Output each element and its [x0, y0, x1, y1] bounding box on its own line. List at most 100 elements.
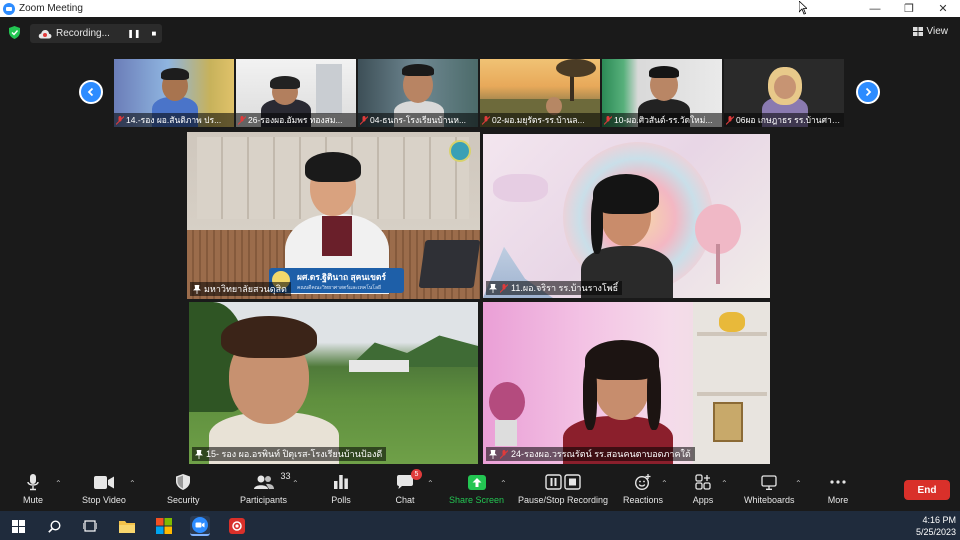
apps-button[interactable]: Apps [692, 473, 714, 505]
reactions-smiley-icon [635, 474, 651, 490]
recording-label: Recording... [56, 28, 110, 39]
participant-name: 10-ผอ.ศิวสันต์-รร.วัดใหม่... [614, 115, 713, 125]
close-button[interactable]: ✕ [926, 0, 960, 17]
view-label: View [926, 26, 949, 37]
stop-recording-icon[interactable]: ■ [148, 28, 160, 40]
mute-button[interactable]: Mute [22, 473, 44, 505]
reactions-button[interactable]: Reactions [623, 473, 663, 505]
windows-start-icon[interactable] [8, 516, 28, 536]
zoom-taskbar-icon[interactable] [190, 516, 210, 536]
participant-name: มหาวิทยาลัยสวนดุสิต [204, 284, 287, 294]
chat-options-caret-icon[interactable]: ⌃ [427, 479, 434, 488]
participant-thumbnail[interactable]: 10-ผอ.ศิวสันต์-รร.วัดใหม่... [602, 59, 722, 127]
more-label: More [827, 495, 849, 505]
file-explorer-icon[interactable] [117, 516, 137, 536]
participant-thumbnail[interactable]: 26-รองผอ.อัมพร ทองสม... [236, 59, 356, 127]
title-bar: Zoom Meeting — ❐ ✕ [0, 0, 960, 17]
apps-options-caret-icon[interactable]: ⌃ [721, 479, 728, 488]
participant-thumbnail[interactable]: 14.-รอง ผอ.สันติภาพ ปร... [114, 59, 234, 127]
search-icon[interactable] [44, 516, 64, 536]
participants-count: 33 [280, 471, 291, 481]
zoom-app-icon [3, 2, 15, 15]
maximize-button[interactable]: ❐ [892, 0, 926, 17]
view-button[interactable]: View [912, 26, 949, 37]
participant-name: 02-ผอ.มยุรัตร-รร.บ้านล... [492, 115, 585, 125]
video-tile[interactable]: 24-รองผอ.วรรณรัตน์ รร.สอนคนตาบอดภาคใต้ [483, 302, 770, 464]
more-dots-icon [830, 480, 846, 484]
security-shield-icon [176, 474, 191, 490]
participant-thumbnail[interactable]: 04-ธนกร-โรงเรียนบ้านห... [358, 59, 478, 127]
meeting-toolbar: Mute ⌃ Stop Video ⌃ Security 33 Particip… [0, 469, 960, 511]
whiteboards-options-caret-icon[interactable]: ⌃ [795, 479, 802, 488]
muted-mic-icon [726, 115, 734, 125]
banner-name: ผศ.ดร.ฐิตินาถ สุคนเขตร์ [297, 271, 386, 282]
participants-label: Participants [240, 495, 288, 505]
share-options-caret-icon[interactable]: ⌃ [500, 479, 507, 488]
cloud-recording-icon [38, 29, 52, 38]
participants-button[interactable]: 33 Participants [240, 471, 291, 505]
strip-next-button[interactable] [856, 80, 880, 104]
strip-prev-button[interactable] [79, 80, 103, 104]
windows-taskbar: 4:16 PM 5/25/2023 [0, 511, 960, 540]
participants-icon [253, 475, 274, 489]
clock-time: 4:16 PM [922, 515, 956, 525]
recording-indicator: Recording... ❚❚ ■ [30, 24, 162, 43]
polls-bar-chart-icon [334, 475, 348, 489]
chat-label: Chat [395, 495, 415, 505]
encryption-shield-icon[interactable] [9, 26, 20, 39]
stop-video-button[interactable]: Stop Video [82, 473, 126, 505]
whiteboard-icon [761, 474, 777, 490]
whiteboards-button[interactable]: Whiteboards [744, 473, 795, 505]
participants-options-caret-icon[interactable]: ⌃ [292, 479, 299, 488]
pause-stop-recording-button[interactable]: Pause/Stop Recording [518, 473, 608, 505]
end-meeting-button[interactable]: End [904, 480, 950, 500]
pin-icon [489, 283, 497, 293]
meeting-top-bar: Recording... ❚❚ ■ View [0, 17, 960, 51]
task-view-icon[interactable] [80, 516, 100, 536]
pause-recording-icon[interactable]: ❚❚ [127, 28, 140, 40]
muted-mic-icon [116, 115, 124, 125]
pin-icon [193, 284, 201, 294]
security-button[interactable]: Security [167, 473, 200, 505]
video-tile-active-speaker[interactable]: ผศ.ดร.ฐิตินาถ สุคนเขตร์ คณบดีคณะวิทยาศาส… [187, 132, 480, 299]
reactions-options-caret-icon[interactable]: ⌃ [661, 479, 668, 488]
participant-thumbnail[interactable]: 02-ผอ.มยุรัตร-รร.บ้านล... [480, 59, 600, 127]
participant-name: 15- รอง ผอ.อรพินท์ ปิตุเรส-โรงเรียนบ้านป… [206, 449, 383, 459]
whiteboards-label: Whiteboards [744, 495, 795, 505]
apps-icon [695, 474, 711, 490]
polls-label: Polls [331, 495, 351, 505]
window-title: Zoom Meeting [19, 3, 83, 14]
share-screen-label: Share Screen [449, 495, 505, 505]
microphone-icon [27, 473, 39, 490]
reactions-label: Reactions [623, 495, 664, 505]
muted-mic-icon [500, 283, 508, 293]
share-screen-button[interactable]: Share Screen [449, 473, 504, 505]
more-button[interactable]: More [827, 473, 849, 505]
muted-mic-icon [604, 115, 612, 125]
minimize-button[interactable]: — [858, 0, 892, 17]
participant-name: 11.ผอ.จริรา รร.บ้านรางโพธิ์ [511, 283, 619, 293]
video-options-caret-icon[interactable]: ⌃ [129, 479, 136, 488]
participant-thumbnail[interactable]: 06ผอ เกษฎาธร รร.บ้านศาล... [724, 59, 844, 127]
recording-app-taskbar-icon[interactable] [227, 516, 247, 536]
pin-icon [489, 449, 497, 459]
muted-mic-icon [360, 115, 368, 125]
banner-subtitle: คณบดีคณะวิทยาศาสตร์และเทคโนโลยี [297, 284, 381, 291]
chevron-right-icon [865, 87, 872, 97]
apps-label: Apps [692, 495, 714, 505]
video-tile[interactable]: 15- รอง ผอ.อรพินท์ ปิตุเรส-โรงเรียนบ้านป… [189, 302, 478, 464]
chevron-left-icon [87, 87, 94, 97]
stop-video-label: Stop Video [82, 495, 126, 505]
video-tile[interactable]: 11.ผอ.จริรา รร.บ้านรางโพธิ์ [483, 134, 770, 298]
taskbar-clock[interactable]: 4:16 PM 5/25/2023 [916, 514, 956, 538]
audio-options-caret-icon[interactable]: ⌃ [55, 479, 62, 488]
chat-button[interactable]: 5 Chat [394, 469, 422, 505]
muted-mic-icon [238, 115, 246, 125]
pin-icon [195, 449, 203, 459]
participant-name: 06ผอ เกษฎาธร รร.บ้านศาล... [736, 115, 844, 125]
microsoft-store-icon[interactable] [154, 516, 174, 536]
participant-name: 26-รองผอ.อัมพร ทองสม... [248, 115, 343, 125]
pause-stop-icon [545, 474, 581, 490]
polls-button[interactable]: Polls [330, 473, 352, 505]
share-screen-icon [467, 474, 486, 490]
